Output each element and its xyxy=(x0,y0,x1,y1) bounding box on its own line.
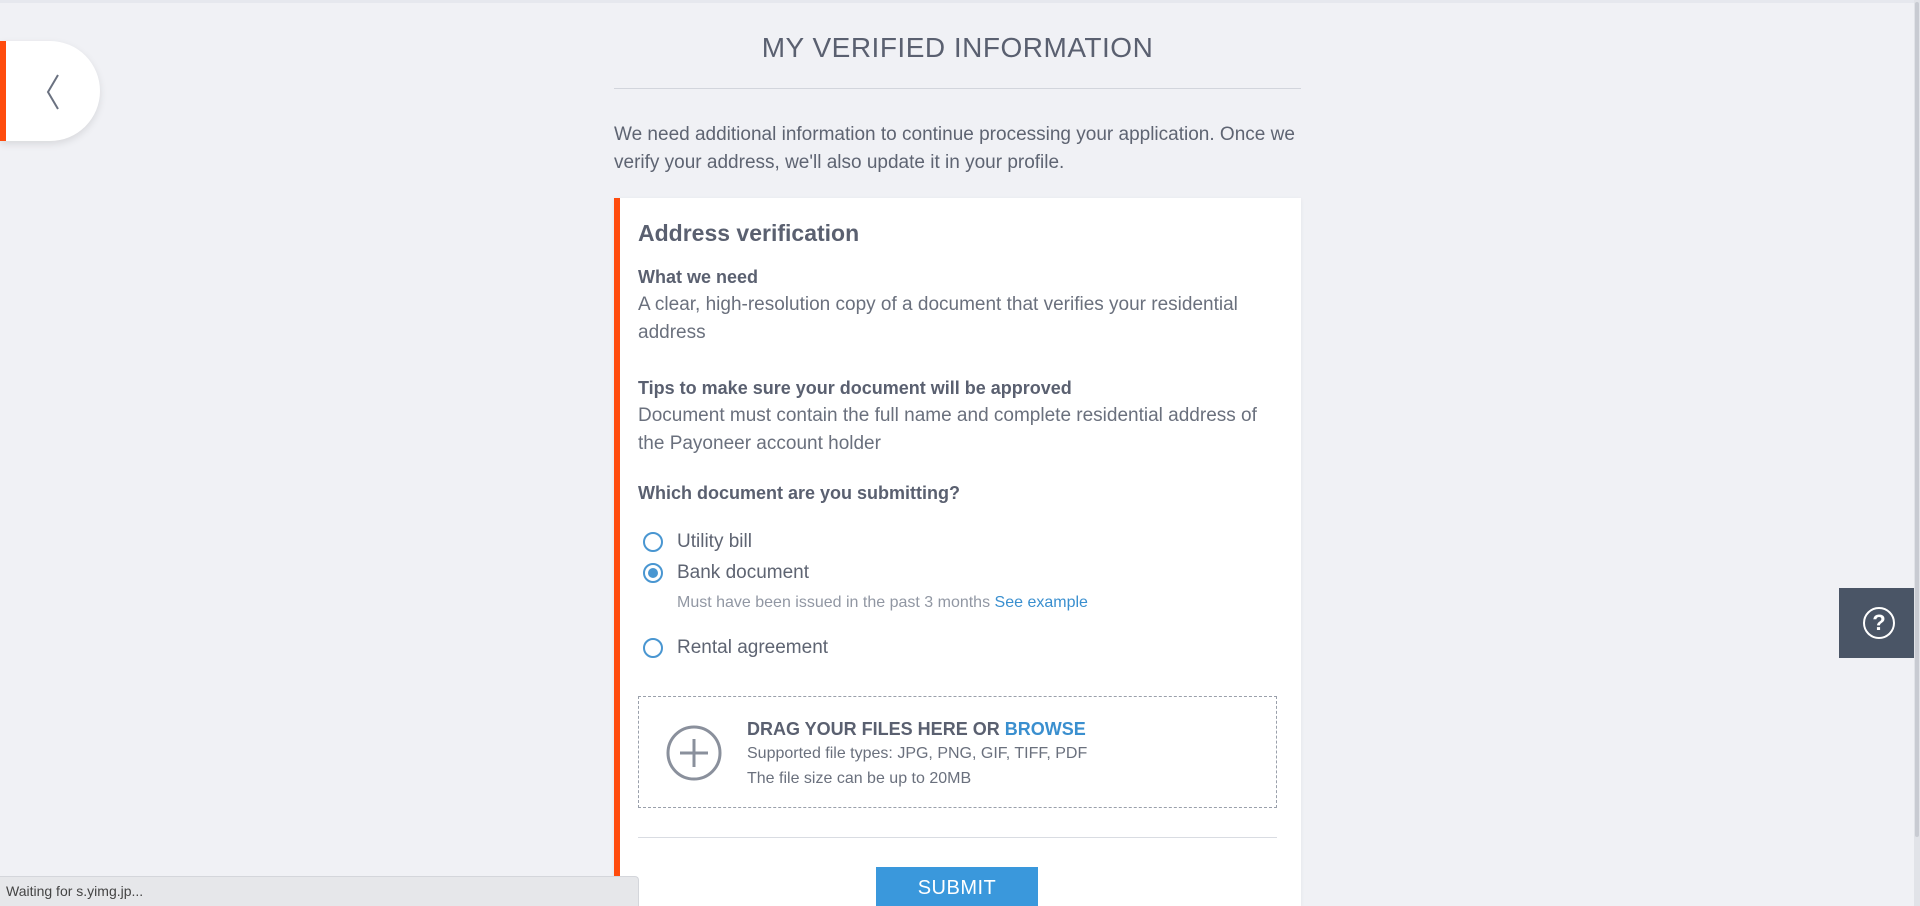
file-size-text: The file size can be up to 20MB xyxy=(747,770,972,787)
radio-label: Bank document xyxy=(677,561,810,583)
dropzone-text: DRAG YOUR FILES HERE OR BROWSE Supported… xyxy=(747,717,1087,791)
address-verification-card: Address verification What we need A clea… xyxy=(614,198,1301,906)
radio-option-rental-agreement[interactable]: Rental agreement xyxy=(638,632,1277,663)
what-we-need-section: What we need A clear, high-resolution co… xyxy=(638,263,1277,347)
radio-option-utility-bill[interactable]: Utility bill xyxy=(638,526,1277,557)
radio-label: Utility bill xyxy=(677,530,752,552)
dropzone-title: DRAG YOUR FILES HERE OR BROWSE xyxy=(747,717,1087,741)
tips-label: Tips to make sure your document will be … xyxy=(638,378,1072,398)
help-button[interactable]: ? xyxy=(1839,588,1920,658)
radio-button[interactable] xyxy=(643,531,663,552)
tips-section: Tips to make sure your document will be … xyxy=(638,374,1277,458)
hint-text: Must have been issued in the past 3 mont… xyxy=(677,594,991,611)
main-content: MY VERIFIED INFORMATION We need addition… xyxy=(614,0,1301,906)
bank-document-hint: Must have been issued in the past 3 mont… xyxy=(677,588,1277,618)
submit-button[interactable]: SUBMIT xyxy=(876,867,1038,906)
scrollbar-thumb[interactable] xyxy=(1915,2,1919,837)
dropzone-title-text: DRAG YOUR FILES HERE OR xyxy=(747,719,1000,739)
radio-button-checked[interactable] xyxy=(643,562,663,583)
supported-types-text: Supported file types: JPG, PNG, GIF, TIF… xyxy=(747,745,1088,762)
file-dropzone[interactable]: DRAG YOUR FILES HERE OR BROWSE Supported… xyxy=(638,696,1277,808)
scrollbar[interactable] xyxy=(1914,0,1920,906)
what-we-need-text: A clear, high-resolution copy of a docum… xyxy=(638,294,1238,343)
chevron-left-icon xyxy=(46,74,59,110)
document-type-radio-group: Utility bill Bank document Must have bee… xyxy=(638,526,1277,663)
page-title: MY VERIFIED INFORMATION xyxy=(614,0,1301,89)
tips-text: Document must contain the full name and … xyxy=(638,405,1257,454)
radio-option-bank-document[interactable]: Bank document xyxy=(638,557,1277,588)
status-bar: Waiting for s.yimg.jp... xyxy=(0,876,639,906)
radio-label: Rental agreement xyxy=(677,636,829,658)
divider xyxy=(638,837,1277,838)
intro-text: We need additional information to contin… xyxy=(614,124,1295,173)
see-example-link[interactable]: See example xyxy=(995,594,1088,611)
add-file-icon[interactable] xyxy=(665,724,723,782)
what-we-need-label: What we need xyxy=(638,267,759,287)
browse-link[interactable]: BROWSE xyxy=(1005,719,1086,739)
document-question: Which document are you submitting? xyxy=(638,483,961,503)
page: MY VERIFIED INFORMATION We need addition… xyxy=(0,0,1920,906)
help-icon: ? xyxy=(1863,607,1895,639)
card-heading: Address verification xyxy=(638,220,860,246)
back-button[interactable] xyxy=(0,41,100,141)
radio-button[interactable] xyxy=(643,637,663,658)
